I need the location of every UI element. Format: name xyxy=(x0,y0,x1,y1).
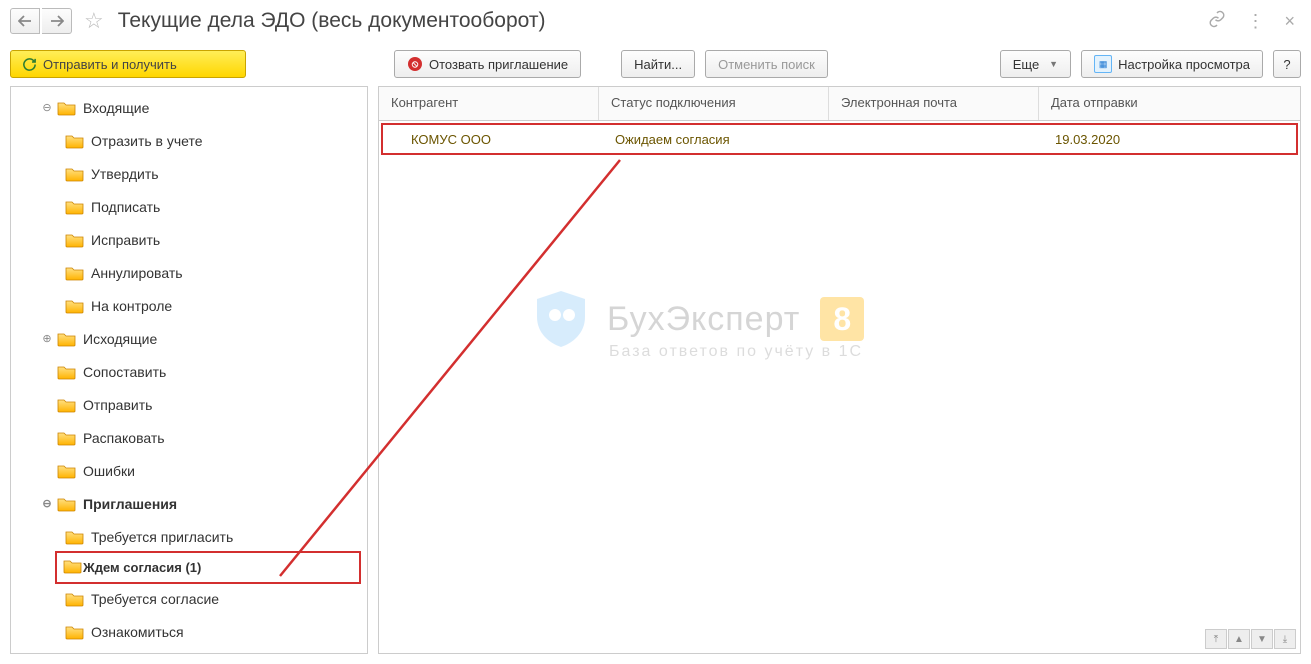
scroll-bottom-button[interactable]: ⤓ xyxy=(1274,629,1296,649)
th-email[interactable]: Электронная почта xyxy=(829,87,1039,120)
tree-item-need-consent[interactable]: Требуется согласие xyxy=(11,582,367,615)
folder-icon xyxy=(65,529,85,545)
link-icon[interactable] xyxy=(1208,10,1226,33)
td-counterparty: КОМУС ООО xyxy=(383,132,603,147)
tree-item-wait-consent[interactable]: Ждем согласия (1) xyxy=(55,551,361,584)
watermark-subtitle: База ответов по учёту в 1С xyxy=(609,343,863,361)
tree-item-compare[interactable]: Сопоставить xyxy=(11,355,367,388)
folder-icon xyxy=(65,591,85,607)
tree-item-approve[interactable]: Утвердить xyxy=(11,157,367,190)
nav-back-button[interactable] xyxy=(10,8,40,34)
folder-icon xyxy=(65,166,85,182)
more-label: Еще xyxy=(1013,57,1039,72)
more-button[interactable]: Еще ▼ xyxy=(1000,50,1071,78)
shield-icon xyxy=(529,287,593,351)
folder-icon xyxy=(57,430,77,446)
table-header-row: Контрагент Статус подключения Электронна… xyxy=(379,87,1300,121)
tree-item-outbox[interactable]: ⊕ Исходящие xyxy=(11,322,367,355)
send-receive-button[interactable]: Отправить и получить xyxy=(10,50,246,78)
nav-forward-button[interactable] xyxy=(42,8,72,34)
find-label: Найти... xyxy=(634,57,682,72)
folder-icon xyxy=(57,397,77,413)
calendar-icon: ▦ xyxy=(1094,55,1112,73)
close-icon[interactable]: × xyxy=(1284,11,1295,32)
td-status: Ожидаем согласия xyxy=(603,132,833,147)
tree-item-cancel[interactable]: Аннулировать xyxy=(11,256,367,289)
folder-icon xyxy=(65,133,85,149)
navigation-tree: ⊖ Входящие Отразить в учете Утвердить По… xyxy=(10,86,368,654)
tree-item-errors[interactable]: Ошибки xyxy=(11,454,367,487)
tree-item-fix[interactable]: Исправить xyxy=(11,223,367,256)
tree-item-reflect[interactable]: Отразить в учете xyxy=(11,124,367,157)
th-send-date[interactable]: Дата отправки xyxy=(1039,87,1300,120)
collapse-icon[interactable]: ⊖ xyxy=(39,100,55,116)
chevron-down-icon: ▼ xyxy=(1049,59,1058,69)
expand-icon[interactable]: ⊕ xyxy=(39,331,55,347)
folder-icon xyxy=(65,265,85,281)
help-button[interactable]: ? xyxy=(1273,50,1301,78)
help-label: ? xyxy=(1283,57,1290,72)
tree-item-inbox[interactable]: ⊖ Входящие xyxy=(11,91,367,124)
cancel-search-label: Отменить поиск xyxy=(718,57,815,72)
view-settings-button[interactable]: ▦ Настройка просмотра xyxy=(1081,50,1263,78)
scroll-controls: ⤒ ▲ ▼ ⤓ xyxy=(1205,629,1296,649)
kebab-menu-icon[interactable]: ⋮ xyxy=(1246,11,1264,32)
folder-icon xyxy=(65,199,85,215)
cancel-search-button[interactable]: Отменить поиск xyxy=(705,50,828,78)
tree-item-need-invite[interactable]: Требуется пригласить xyxy=(11,520,367,553)
revoke-invitation-button[interactable]: ⦸ Отозвать приглашение xyxy=(394,50,581,78)
watermark: БухЭксперт 8 xyxy=(529,287,864,351)
folder-icon xyxy=(57,364,77,380)
tree-item-review[interactable]: Ознакомиться xyxy=(11,615,367,648)
collapse-icon[interactable]: ⊖ xyxy=(39,496,55,512)
td-send-date: 19.03.2020 xyxy=(1043,132,1296,147)
th-counterparty[interactable]: Контрагент xyxy=(379,87,599,120)
scroll-down-button[interactable]: ▼ xyxy=(1251,629,1273,649)
folder-icon xyxy=(57,463,77,479)
tree-item-on-control[interactable]: На контроле xyxy=(11,289,367,322)
th-status[interactable]: Статус подключения xyxy=(599,87,829,120)
folder-icon xyxy=(57,496,77,512)
tree-item-send[interactable]: Отправить xyxy=(11,388,367,421)
folder-icon xyxy=(65,624,85,640)
find-button[interactable]: Найти... xyxy=(621,50,695,78)
tree-item-unpack[interactable]: Распаковать xyxy=(11,421,367,454)
folder-icon xyxy=(65,298,85,314)
revoke-invitation-label: Отозвать приглашение xyxy=(429,57,568,72)
scroll-top-button[interactable]: ⤒ xyxy=(1205,629,1227,649)
scroll-up-button[interactable]: ▲ xyxy=(1228,629,1250,649)
folder-icon xyxy=(65,232,85,248)
tree-item-sign[interactable]: Подписать xyxy=(11,190,367,223)
stop-icon: ⦸ xyxy=(407,56,423,72)
send-receive-label: Отправить и получить xyxy=(43,57,177,72)
data-table: Контрагент Статус подключения Электронна… xyxy=(378,86,1301,654)
favorite-star-icon[interactable]: ☆ xyxy=(84,8,104,34)
folder-icon xyxy=(57,100,77,116)
refresh-icon xyxy=(21,56,37,72)
tree-item-invitations[interactable]: ⊖ Приглашения xyxy=(11,487,367,520)
table-row[interactable]: КОМУС ООО Ожидаем согласия 19.03.2020 xyxy=(381,123,1298,155)
folder-icon xyxy=(57,331,77,347)
view-settings-label: Настройка просмотра xyxy=(1118,57,1250,72)
page-title: Текущие дела ЭДО (весь документооборот) xyxy=(118,9,546,33)
folder-icon xyxy=(63,558,83,577)
